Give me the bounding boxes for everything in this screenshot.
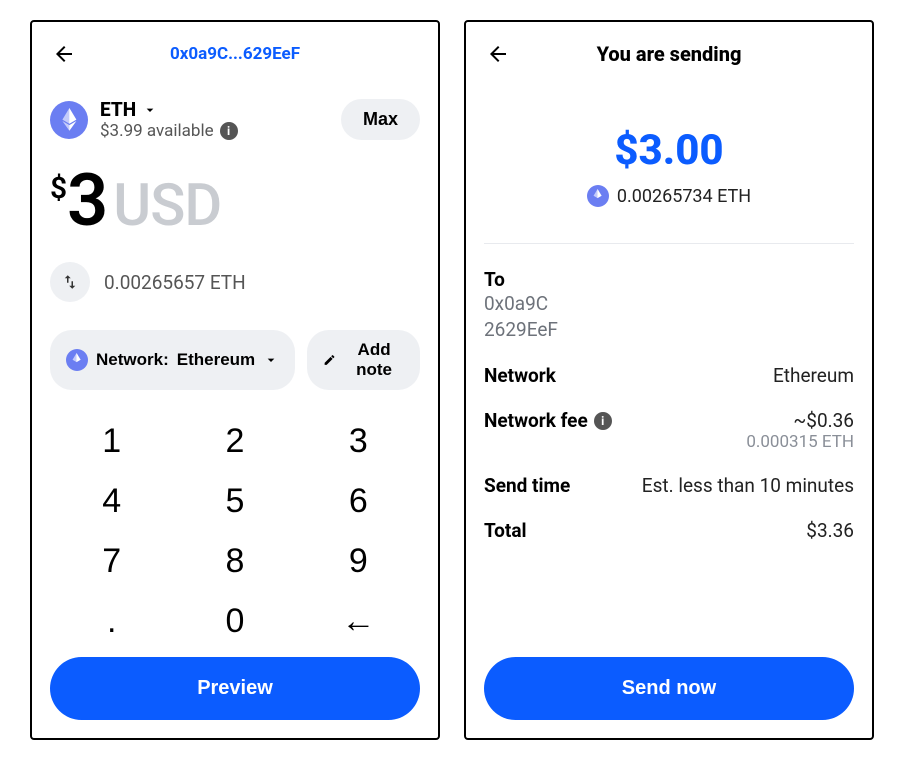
pencil-icon	[323, 352, 336, 368]
swap-currency-button[interactable]	[50, 262, 90, 302]
arrow-left-icon	[52, 42, 76, 66]
add-note-label: Add note	[344, 340, 404, 380]
sendtime-label: Send time	[484, 474, 570, 497]
keypad-9[interactable]: 9	[297, 532, 420, 592]
send-amount-screen: 0x0a9C...629EeF ETH $3.99 available i Ma…	[30, 20, 440, 740]
detail-row-fee: Network fee i ~$0.36 0.000315 ETH	[484, 409, 854, 452]
page-title: You are sending	[484, 42, 854, 66]
eth-icon	[66, 349, 88, 371]
detail-row-total: Total $3.36	[484, 519, 854, 542]
add-note-button[interactable]: Add note	[307, 330, 420, 390]
chevron-down-icon	[263, 352, 279, 368]
summary-amount-sub: 0.00265734 ETH	[617, 186, 751, 207]
available-balance: $3.99 available	[100, 121, 214, 141]
preview-button[interactable]: Preview	[50, 657, 420, 720]
summary-amount-block: $3.00 0.00265734 ETH	[484, 126, 854, 207]
fee-usd: ~$0.36	[746, 409, 854, 432]
keypad-dot[interactable]: .	[50, 591, 173, 651]
network-label: Network	[484, 364, 556, 387]
total-value: $3.36	[806, 519, 854, 542]
currency-sign: $	[50, 171, 67, 206]
keypad-4[interactable]: 4	[50, 472, 173, 532]
network-selector[interactable]: Network: Ethereum	[50, 330, 295, 390]
topbar: You are sending	[484, 36, 854, 72]
send-confirm-screen: You are sending $3.00 0.00265734 ETH To …	[464, 20, 874, 740]
asset-row: ETH $3.99 available i Max	[50, 98, 420, 141]
total-label: Total	[484, 519, 527, 542]
amount-value: 3	[67, 165, 107, 237]
network-value: Ethereum	[773, 364, 854, 387]
sendtime-value: Est. less than 10 minutes	[642, 474, 854, 497]
keypad-1[interactable]: 1	[50, 412, 173, 472]
keypad-8[interactable]: 8	[173, 532, 296, 592]
asset-symbol: ETH	[100, 98, 136, 121]
converted-amount: 0.00265657 ETH	[104, 271, 246, 294]
network-prefix-label: Network:	[96, 350, 169, 370]
to-label: To	[484, 268, 854, 291]
network-name: Ethereum	[177, 350, 255, 370]
keypad-0[interactable]: 0	[173, 591, 296, 651]
swap-vertical-icon	[61, 273, 79, 291]
eth-icon	[50, 101, 88, 139]
summary-amount: $3.00	[484, 126, 854, 175]
back-button[interactable]	[50, 40, 78, 68]
keypad-2[interactable]: 2	[173, 412, 296, 472]
recipient-address-short: 0x0a9C...629EeF	[50, 44, 420, 64]
keypad-3[interactable]: 3	[297, 412, 420, 472]
keypad-6[interactable]: 6	[297, 472, 420, 532]
to-address-line1: 0x0a9C	[484, 291, 854, 317]
fee-label: Network fee	[484, 409, 588, 432]
asset-selector[interactable]: ETH	[100, 98, 238, 121]
eth-icon	[587, 185, 609, 207]
max-button[interactable]: Max	[341, 99, 420, 140]
keypad-backspace[interactable]: ←	[297, 591, 420, 651]
detail-row-sendtime: Send time Est. less than 10 minutes	[484, 474, 854, 497]
currency-code: USD	[113, 172, 221, 240]
info-icon[interactable]: i	[594, 412, 612, 430]
to-address-line2: 2629EeF	[484, 317, 854, 343]
divider	[484, 243, 854, 244]
details-list: To 0x0a9C 2629EeF Network Ethereum Netwo…	[484, 268, 854, 542]
send-now-button[interactable]: Send now	[484, 657, 854, 720]
keypad: 1 2 3 4 5 6 7 8 9 . 0 ←	[50, 412, 420, 651]
topbar: 0x0a9C...629EeF	[50, 36, 420, 72]
detail-row-network: Network Ethereum	[484, 364, 854, 387]
keypad-5[interactable]: 5	[173, 472, 296, 532]
amount-display: $ 3 USD	[50, 165, 420, 240]
chevron-down-icon	[142, 102, 158, 118]
info-icon[interactable]: i	[220, 122, 238, 140]
keypad-7[interactable]: 7	[50, 532, 173, 592]
fee-eth: 0.000315 ETH	[746, 432, 854, 452]
